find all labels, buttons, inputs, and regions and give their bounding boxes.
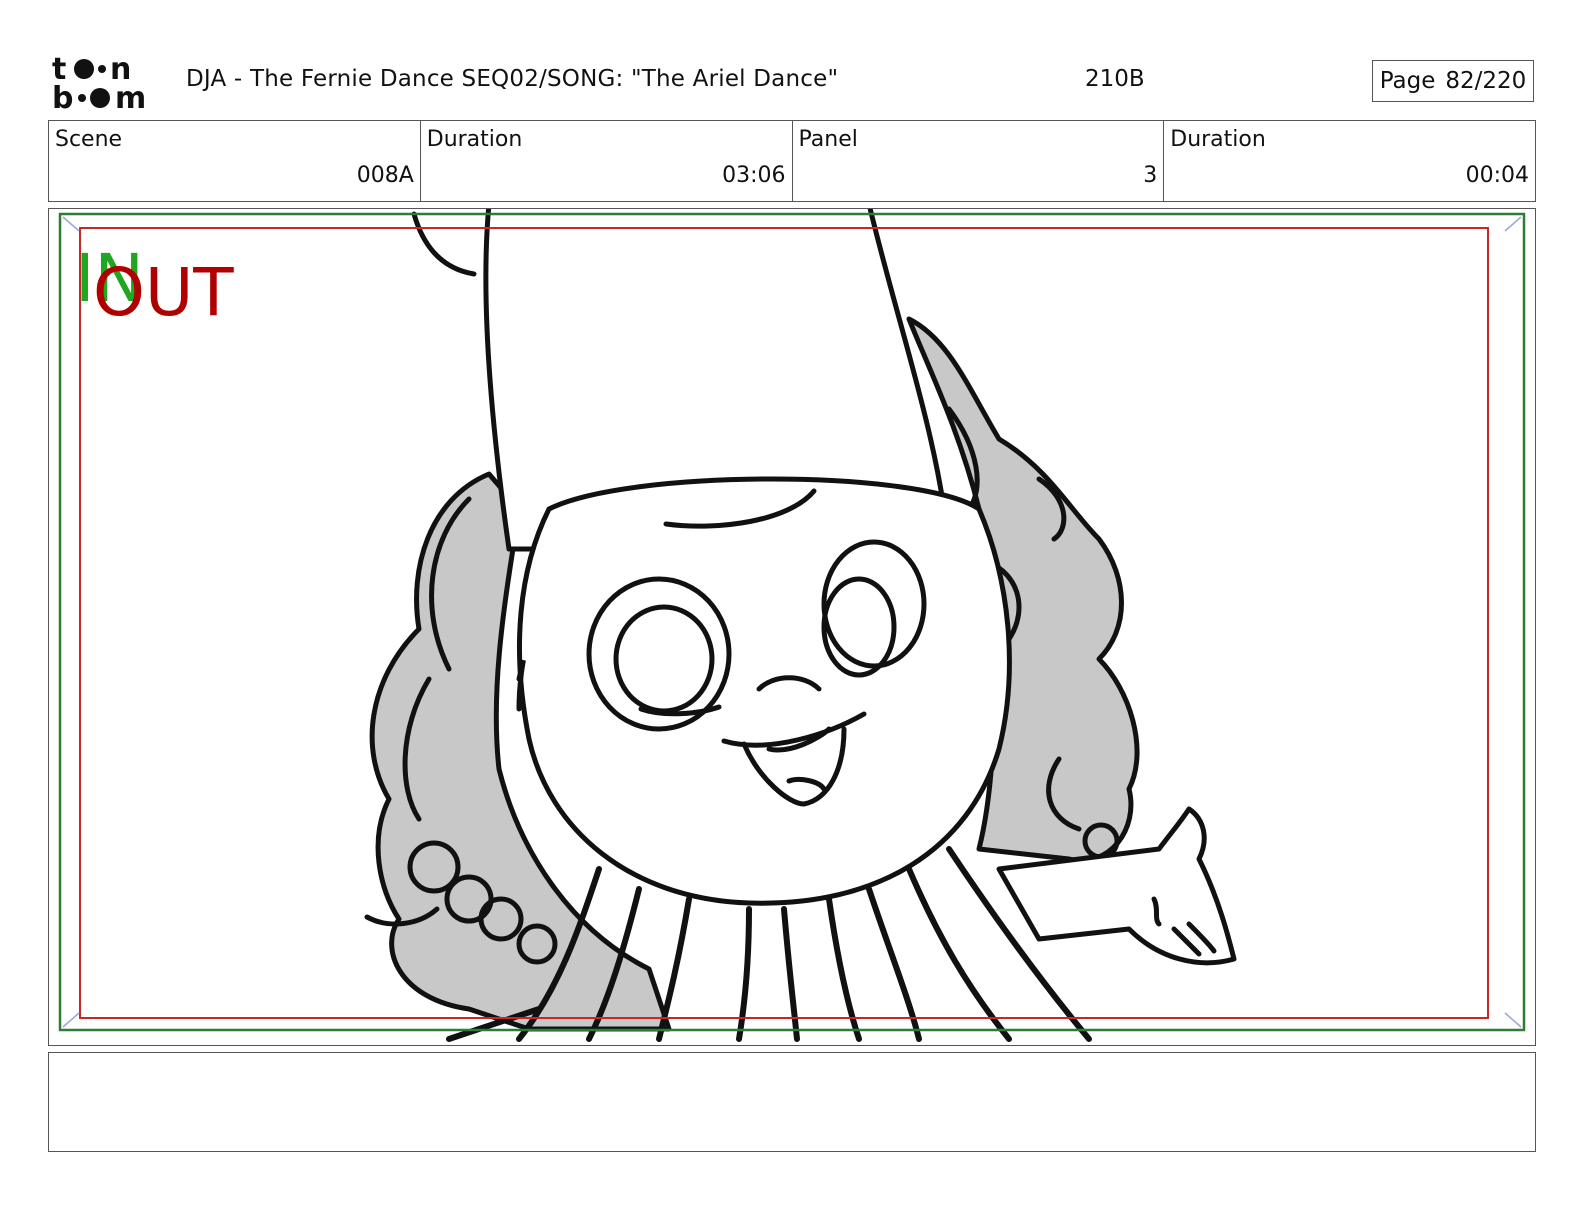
scene-info-table: Scene 008A Duration 03:06 Panel 3 Durati… — [48, 120, 1536, 202]
panel-duration-value: 00:04 — [1465, 163, 1529, 188]
panel-label: Panel — [798, 127, 858, 152]
panel-duration-label: Duration — [1170, 127, 1266, 152]
scene-duration-cell: Duration 03:06 — [421, 121, 793, 201]
storyboard-panel: IN OUT — [48, 208, 1536, 1046]
notes-box — [48, 1052, 1536, 1152]
page-label: Page — [1379, 68, 1436, 94]
toonboom-logo: t n b m — [52, 52, 146, 112]
panel-cell: Panel 3 — [793, 121, 1165, 201]
svg-text:m: m — [115, 81, 146, 112]
scene-label: Scene — [55, 127, 123, 152]
page-number: 82/220 — [1445, 68, 1527, 94]
scene-duration-value: 03:06 — [722, 163, 786, 188]
scene-cell: Scene 008A — [49, 121, 421, 201]
character-head — [516, 476, 1012, 906]
scene-value: 008A — [356, 163, 414, 188]
sequence-code: 210B — [1085, 66, 1145, 92]
page-indicator: Page 82/220 — [1372, 60, 1534, 102]
svg-text:b: b — [52, 81, 73, 112]
panel-duration-cell: Duration 00:04 — [1164, 121, 1535, 201]
out-marker: OUT — [93, 254, 234, 331]
panel-value: 3 — [1143, 163, 1158, 188]
panel-drawing: IN OUT — [58, 209, 1526, 1042]
document-title: DJA - The Fernie Dance SEQ02/SONG: "The … — [186, 66, 839, 92]
scene-duration-label: Duration — [426, 127, 523, 152]
